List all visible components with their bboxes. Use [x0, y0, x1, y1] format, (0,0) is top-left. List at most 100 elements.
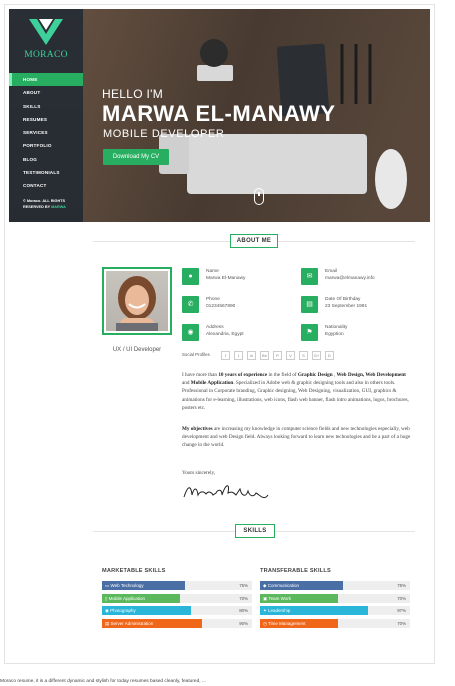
copyright-prefix: RESERVED BY — [23, 204, 52, 209]
skill-bar: ◉ Photography 80% — [102, 606, 252, 615]
hero-greeting: HELLO I'M — [102, 87, 164, 101]
dribbble-icon[interactable]: D — [325, 351, 334, 360]
bio-paragraph-2: My objectives are increasing my knowledg… — [182, 425, 414, 450]
copyright-name: MARWA — [51, 204, 66, 209]
hero-section: MORACO HOME ABOUT SKILLS RESUMES SERVICE… — [9, 9, 430, 222]
skill-bar: ▭ Web Technology 75% — [102, 581, 252, 590]
hero-name: MARWA EL-MANAWY — [102, 101, 336, 126]
info-label: Phone — [206, 297, 220, 302]
info-nationality: ⚑ Nationality Egyption — [301, 324, 411, 342]
skill-percent: 75% — [239, 583, 248, 588]
vimeo-icon[interactable]: V — [286, 351, 295, 360]
skill-bar-fill: ◉ Photography — [102, 606, 191, 615]
pinterest-icon[interactable]: P — [273, 351, 282, 360]
bio-highlight: My objectives — [182, 426, 213, 432]
scroll-mouse-icon[interactable] — [254, 188, 264, 205]
phone-icon: ✆ — [182, 296, 199, 313]
bio-highlight: 10 years of experience — [218, 372, 268, 378]
hero-role: MOBILE DEVELOPER — [103, 128, 225, 140]
user-icon: ● — [182, 268, 199, 285]
info-value: 23 September 1991 — [325, 304, 368, 309]
signature-image — [183, 485, 269, 499]
profile-photo-image — [116, 276, 158, 331]
info-label: Name — [206, 269, 219, 274]
info-name: ● Name Marwa El-Manawy — [182, 268, 292, 286]
nav-item-home[interactable]: HOME — [9, 73, 83, 87]
social-profiles-label: Social Profiles — [182, 352, 210, 357]
info-birthday: ▤ Date Of Birthday 23 September 1991 — [301, 296, 411, 314]
facebook-icon[interactable]: f — [221, 351, 230, 360]
linkedin-icon[interactable]: in — [247, 351, 256, 360]
copyright: © Moraco. ALL RIGHTS RESERVED BY MARWA — [23, 199, 66, 210]
info-phone: ✆ Phone 01234567890 — [182, 296, 292, 314]
skill-bar-fill: ◆ Communication — [260, 581, 344, 590]
info-address: ◉ Address Alexandria, Egypt — [182, 324, 292, 342]
info-label: Email — [325, 269, 337, 274]
skype-icon[interactable]: S — [299, 351, 308, 360]
skill-bar-fill: ▣ Team Work — [260, 593, 338, 603]
skill-bar-fill: ▭ Web Technology — [102, 581, 186, 590]
copyright-line-2: RESERVED BY MARWA — [23, 205, 66, 211]
transferable-skills-title: TRANSFERABLE SKILLS — [260, 568, 331, 574]
profile-photo — [102, 267, 172, 335]
skill-bar-fill: ◷ Time Management — [260, 618, 338, 628]
skill-percent: 70% — [239, 595, 248, 601]
twitter-icon[interactable]: t — [234, 351, 243, 360]
bio-closing: Yours sincerely, — [182, 470, 216, 476]
nav-item-contact[interactable]: CONTACT — [9, 179, 83, 192]
bio-text: in the field of — [267, 372, 298, 378]
nav-item-blog[interactable]: BLOG — [9, 153, 83, 166]
bio-text: I have more than — [182, 372, 219, 378]
info-email: ✉ Email marwa@elmanawy.info — [301, 268, 411, 286]
bio-paragraph-1: I have more than 10 years of experience … — [182, 371, 414, 412]
nav-item-resumes[interactable]: RESUMES — [9, 113, 83, 126]
skill-percent: 70% — [397, 620, 406, 626]
bio-highlight: Mobile Application — [190, 380, 234, 387]
skill-percent: 97% — [397, 608, 406, 613]
skill-bar: ▣ Team Work 70% — [260, 593, 410, 603]
info-label: Date Of Birthday — [325, 297, 361, 302]
about-section-title: ABOUT ME — [230, 234, 278, 248]
info-label: Nationality — [325, 325, 348, 330]
nav-item-skills[interactable]: SKILLS — [9, 100, 83, 113]
nav-item-portfolio[interactable]: PORTFOLIO — [9, 139, 83, 152]
skill-bar: ✦ Leadership 97% — [260, 606, 410, 615]
map-marker-icon: ◉ — [182, 324, 199, 341]
info-value[interactable]: marwa@elmanawy.info — [325, 276, 375, 281]
info-label: Address — [206, 325, 224, 330]
marketable-skills-title: MARKETABLE SKILLS — [102, 568, 166, 574]
skill-bar: ◆ Communication 75% — [260, 581, 410, 590]
bio-highlight: Graphic Design — [297, 372, 333, 378]
main-nav: HOME ABOUT SKILLS RESUMES SERVICES PORTF… — [9, 73, 83, 193]
skill-bar: ▤ Server Administration 90% — [102, 618, 252, 628]
info-value: Egyption — [325, 332, 344, 337]
download-cv-button[interactable]: Download My CV — [103, 149, 169, 165]
sidebar: MORACO HOME ABOUT SKILLS RESUMES SERVICE… — [9, 9, 83, 222]
skill-bar: ◷ Time Management 70% — [260, 618, 410, 628]
skill-percent: 75% — [397, 583, 406, 588]
email-icon: ✉ — [301, 268, 318, 285]
skill-bar-fill: ▤ Server Administration — [102, 618, 202, 628]
skill-percent: 70% — [397, 595, 406, 601]
profile-role-label: UX / UI Developer — [112, 347, 162, 353]
logo-icon — [29, 19, 63, 45]
info-value: Marwa El-Manawy — [206, 276, 246, 281]
skill-bar-fill: ▯ Mobile Application — [102, 593, 180, 603]
calendar-icon: ▤ — [301, 296, 318, 313]
nav-item-services[interactable]: SERVICES — [9, 126, 83, 139]
skill-percent: 80% — [239, 608, 248, 613]
nav-item-testimonials[interactable]: TESTIMONIALS — [9, 166, 83, 179]
google-plus-icon[interactable]: G+ — [312, 351, 321, 360]
skills-section-title: SKILLS — [235, 524, 275, 538]
page-frame: MORACO HOME ABOUT SKILLS RESUMES SERVICE… — [4, 4, 435, 664]
skill-bar: ▯ Mobile Application 70% — [102, 593, 252, 603]
nav-item-about[interactable]: ABOUT — [9, 86, 83, 99]
bio-highlight: Web Design, Web Development — [336, 372, 406, 378]
info-value: 01234567890 — [206, 304, 236, 309]
brand-name: MORACO — [24, 50, 68, 60]
skill-percent: 90% — [239, 620, 248, 626]
flag-icon: ⚑ — [301, 324, 318, 341]
bio-text: and — [182, 380, 191, 387]
skill-bar-fill: ✦ Leadership — [260, 606, 368, 615]
behance-icon[interactable]: Be — [260, 351, 269, 360]
